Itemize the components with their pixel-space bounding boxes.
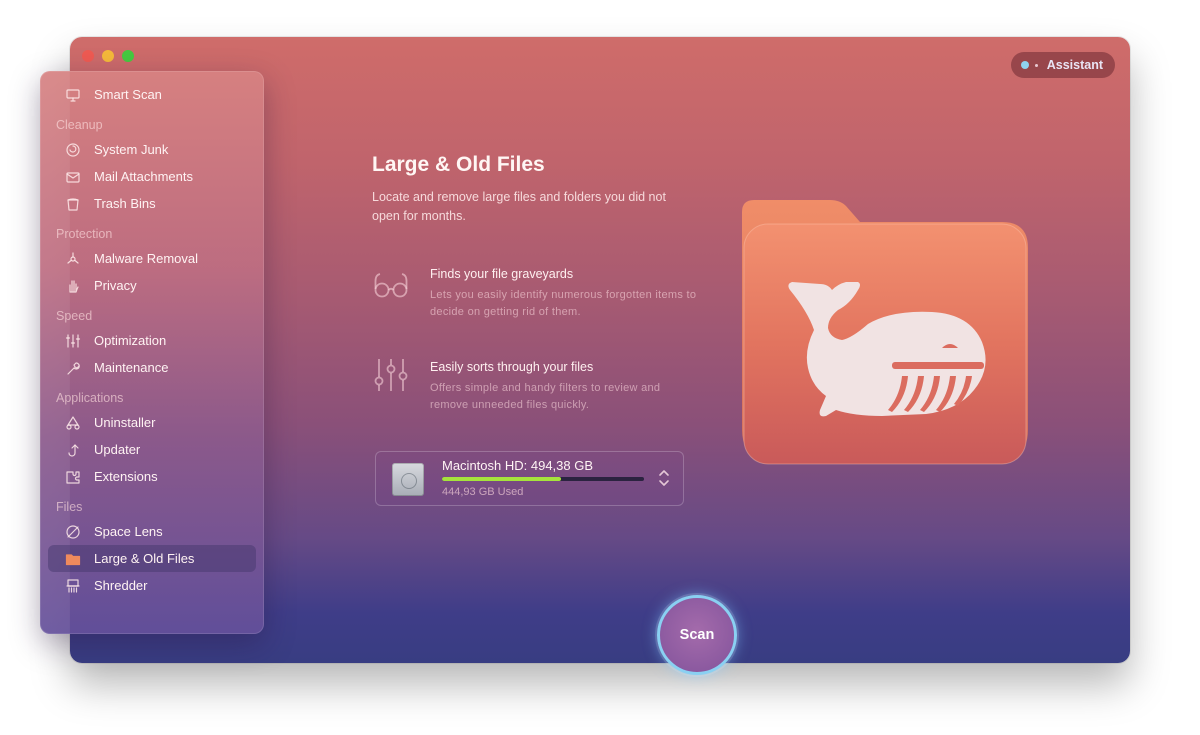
close-button[interactable] bbox=[82, 50, 94, 62]
sidebar-item-trash-bins[interactable]: Trash Bins bbox=[48, 190, 256, 217]
feature-item: Easily sorts through your files Offers s… bbox=[372, 356, 702, 414]
sidebar-item-space-lens[interactable]: Space Lens bbox=[48, 518, 256, 545]
sidebar-item-optimization[interactable]: Optimization bbox=[48, 327, 256, 354]
monitor-icon bbox=[64, 86, 82, 104]
sidebar-section-files: Files bbox=[56, 500, 83, 514]
folder-icon bbox=[64, 550, 82, 568]
sidebar-item-label: Trash Bins bbox=[94, 196, 156, 211]
sidebar-item-malware-removal[interactable]: Malware Removal bbox=[48, 245, 256, 272]
puzzle-icon bbox=[64, 468, 82, 486]
sidebar-section-applications: Applications bbox=[56, 391, 124, 405]
sidebar-item-maintenance[interactable]: Maintenance bbox=[48, 354, 256, 381]
sidebar-item-label: Updater bbox=[94, 442, 141, 457]
sidebar-item-label: Privacy bbox=[94, 278, 137, 293]
disk-selector[interactable]: Macintosh HD: 494,38 GB 444,93 GB Used bbox=[375, 451, 684, 506]
sliders-icon bbox=[64, 332, 82, 350]
uninstaller-icon bbox=[64, 414, 82, 432]
disk-name: Macintosh HD: 494,38 GB bbox=[442, 458, 594, 473]
feature-description: Offers simple and handy filters to revie… bbox=[430, 382, 661, 411]
sidebar-section-protection: Protection bbox=[56, 227, 113, 241]
envelope-icon bbox=[64, 168, 82, 186]
sidebar-item-label: Uninstaller bbox=[94, 415, 156, 430]
sidebar-item-label: Shredder bbox=[94, 578, 148, 593]
sidebar-item-system-junk[interactable]: System Junk bbox=[48, 136, 256, 163]
sidebar-item-large-old-files[interactable]: Large & Old Files bbox=[48, 545, 256, 572]
page-subtitle: Locate and remove large files and folder… bbox=[372, 190, 666, 223]
sidebar-item-privacy[interactable]: Privacy bbox=[48, 272, 256, 299]
sidebar-item-mail-attachments[interactable]: Mail Attachments bbox=[48, 163, 256, 190]
feature-title: Easily sorts through your files bbox=[430, 360, 594, 374]
sidebar-section-cleanup: Cleanup bbox=[56, 118, 103, 132]
feature-description: Lets you easily identify numerous forgot… bbox=[430, 289, 697, 318]
feature-item: Finds your file graveyards Lets you easi… bbox=[372, 263, 702, 321]
lens-icon bbox=[64, 523, 82, 541]
sidebar-item-label: Large & Old Files bbox=[94, 551, 195, 566]
sidebar: Smart Scan Cleanup System Junk Mail Attachm… bbox=[40, 71, 264, 634]
chevron-up-down-icon[interactable] bbox=[657, 466, 671, 490]
trash-icon bbox=[64, 195, 82, 213]
sidebar-item-label: System Junk bbox=[94, 142, 169, 157]
sidebar-item-uninstaller[interactable]: Uninstaller bbox=[48, 409, 256, 436]
disk-used: 444,93 GB Used bbox=[442, 486, 524, 498]
biohazard-icon bbox=[64, 250, 82, 268]
shredder-icon bbox=[64, 577, 82, 595]
sidebar-item-label: Space Lens bbox=[94, 524, 163, 539]
minimize-button[interactable] bbox=[102, 50, 114, 62]
large-old-files-illustration bbox=[742, 200, 1028, 465]
sidebar-item-label: Malware Removal bbox=[94, 251, 199, 266]
hard-drive-icon bbox=[392, 463, 424, 496]
swirl-icon bbox=[64, 141, 82, 159]
wrench-icon bbox=[64, 359, 82, 377]
assistant-button[interactable]: Assistant bbox=[1010, 52, 1115, 78]
assistant-label: Assistant bbox=[1046, 58, 1103, 72]
sidebar-item-updater[interactable]: Updater bbox=[48, 436, 256, 463]
window-controls bbox=[82, 50, 134, 62]
disk-usage-bar bbox=[442, 477, 644, 481]
sidebar-item-label: Maintenance bbox=[94, 360, 169, 375]
sidebar-item-label: Optimization bbox=[94, 333, 167, 348]
feature-title: Finds your file graveyards bbox=[430, 267, 574, 281]
sidebar-section-speed: Speed bbox=[56, 309, 93, 323]
hand-icon bbox=[64, 277, 82, 295]
zoom-button[interactable] bbox=[122, 50, 134, 62]
filters-icon bbox=[372, 356, 412, 396]
scan-button[interactable]: Scan bbox=[657, 595, 737, 675]
sidebar-item-label: Smart Scan bbox=[94, 87, 162, 102]
sidebar-item-shredder[interactable]: Shredder bbox=[48, 572, 256, 599]
assistant-dot-icon bbox=[1034, 63, 1038, 67]
page-title: Large & Old Files bbox=[372, 153, 545, 176]
sidebar-item-label: Mail Attachments bbox=[94, 169, 193, 184]
sidebar-item-label: Extensions bbox=[94, 469, 158, 484]
main-header: Large & Old Files Locate and remove larg… bbox=[372, 153, 692, 226]
disk-usage-fill bbox=[442, 477, 562, 481]
sidebar-item-smart-scan[interactable]: Smart Scan bbox=[48, 81, 256, 108]
sidebar-item-extensions[interactable]: Extensions bbox=[48, 463, 256, 490]
updater-icon bbox=[64, 441, 82, 459]
glasses-icon bbox=[372, 263, 412, 303]
assistant-status-icon bbox=[1020, 61, 1029, 69]
